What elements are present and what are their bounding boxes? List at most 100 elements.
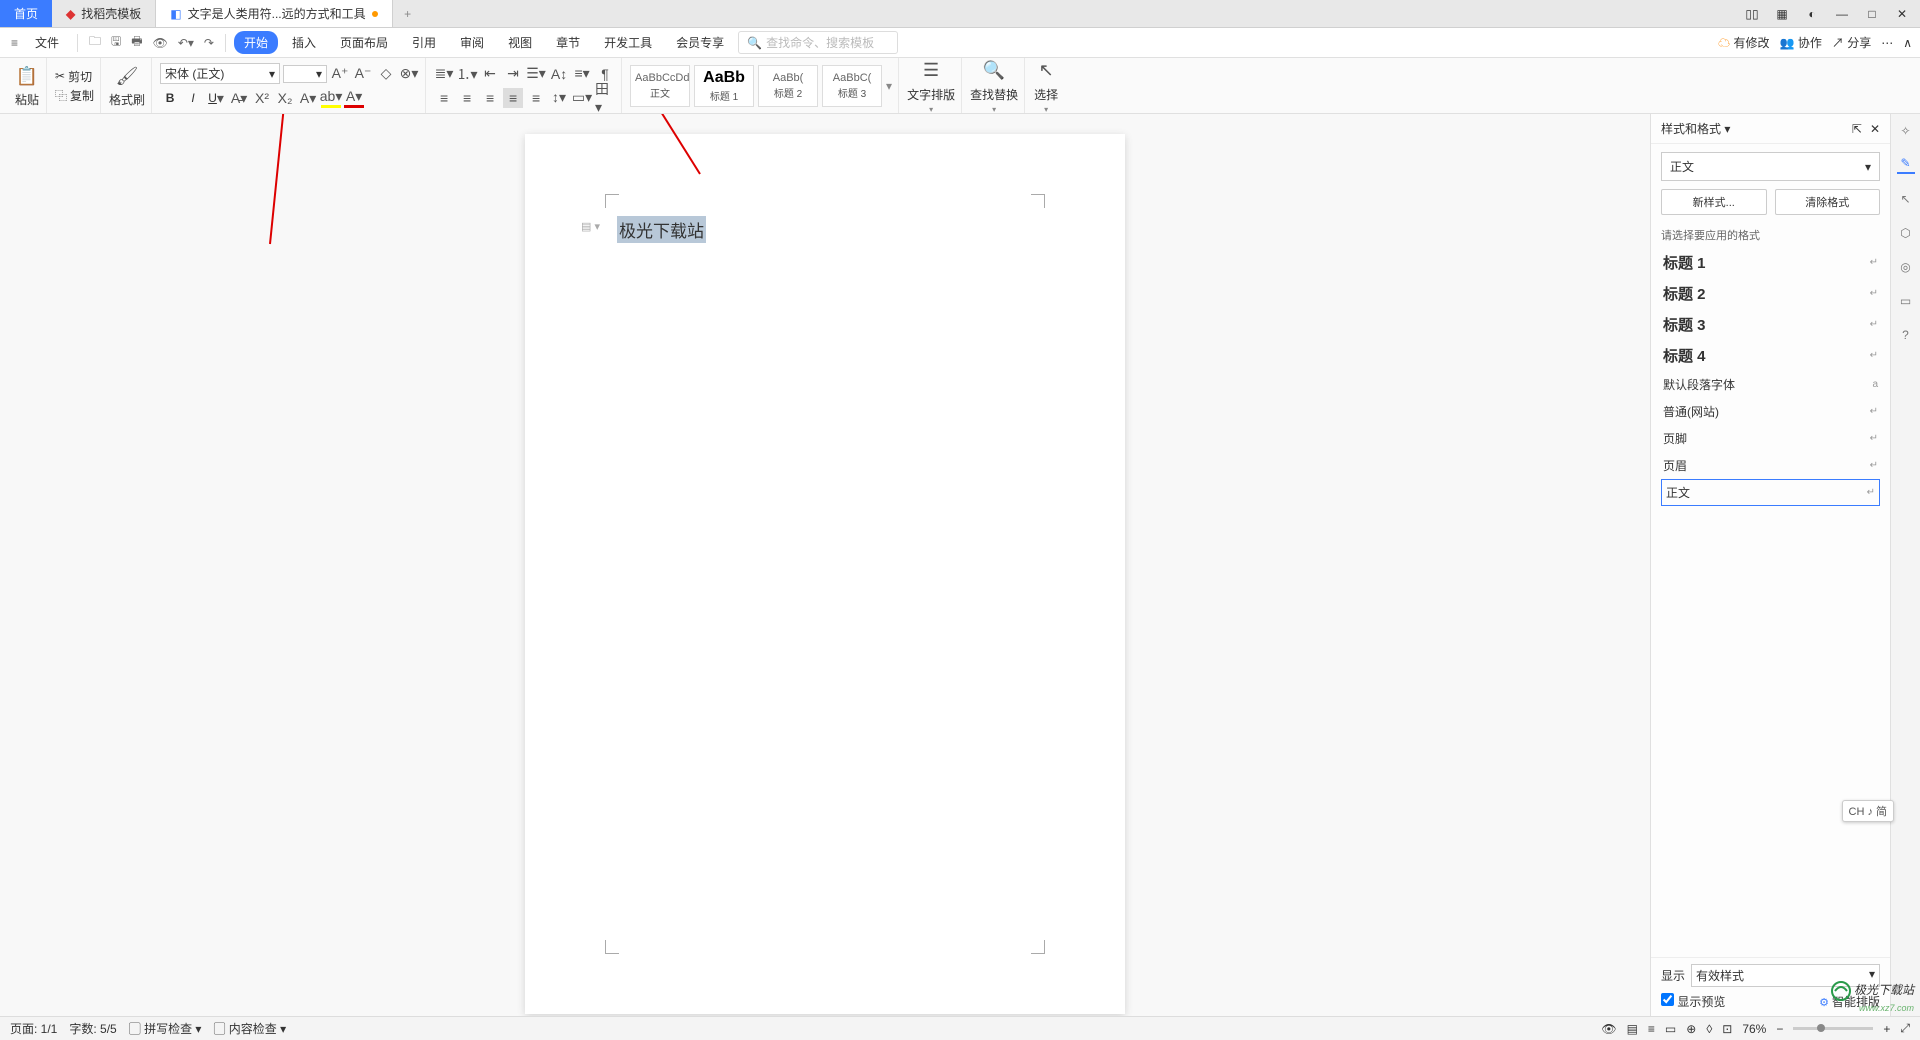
style-normal[interactable]: AaBbCcDd正文	[630, 65, 690, 107]
numbering-icon[interactable]: ⒈▾	[457, 64, 477, 84]
linespace-icon[interactable]: ↕▾	[549, 88, 569, 108]
bullets-icon[interactable]: ≣▾	[434, 64, 454, 84]
case-icon[interactable]: ⊗▾	[399, 64, 419, 84]
view-print-icon[interactable]: ▤	[1627, 1022, 1638, 1036]
align-dist-icon[interactable]: ≡	[526, 88, 546, 108]
tab-home[interactable]: 首页	[0, 0, 52, 27]
menu-start[interactable]: 开始	[234, 31, 278, 54]
style-item-default[interactable]: 默认段落字体a	[1661, 371, 1880, 398]
tool-read-icon[interactable]: ▭	[1897, 292, 1915, 310]
style-item-h4[interactable]: 标题 4↵	[1661, 340, 1880, 371]
style-item-h1[interactable]: 标题 1↵	[1661, 247, 1880, 278]
bold-icon[interactable]: B	[160, 88, 180, 108]
menu-review[interactable]: 审阅	[450, 31, 494, 54]
sub-icon[interactable]: X₂	[275, 88, 295, 108]
qa-print-icon[interactable]: 🖶	[128, 32, 145, 53]
view-eye-icon[interactable]: 👁	[1601, 1022, 1616, 1036]
layout-icon[interactable]: ▯▯	[1744, 7, 1760, 21]
view-read-icon[interactable]: ▭	[1665, 1022, 1676, 1036]
underline-icon[interactable]: U▾	[206, 88, 226, 108]
align-left-icon[interactable]: ≡	[434, 88, 454, 108]
align-right-icon[interactable]: ≡	[480, 88, 500, 108]
shrink-font-icon[interactable]: A⁻	[353, 64, 373, 84]
tool-styles-icon[interactable]: ✎	[1897, 156, 1915, 174]
super-icon[interactable]: X²	[252, 88, 272, 108]
italic-icon[interactable]: I	[183, 88, 203, 108]
menu-ref[interactable]: 引用	[402, 31, 446, 54]
minimize-button[interactable]: —	[1834, 7, 1850, 21]
ime-indicator[interactable]: CH ♪ 简	[1842, 800, 1895, 822]
view-outline-icon[interactable]: ≡	[1648, 1022, 1655, 1036]
zoom-slider[interactable]	[1793, 1027, 1873, 1030]
qa-save2-icon[interactable]: 🖫	[108, 32, 124, 53]
current-style-select[interactable]: 正文▾	[1661, 152, 1880, 181]
tab-document[interactable]: ◧ 文字是人类用符...远的方式和工具	[156, 0, 392, 27]
grid-icon[interactable]: ▦	[1774, 7, 1790, 21]
align-justify-icon[interactable]: ≡	[503, 88, 523, 108]
close-button[interactable]: ✕	[1894, 7, 1910, 21]
fontsize-select[interactable]: ▾	[283, 65, 327, 83]
tool-location-icon[interactable]: ◎	[1897, 258, 1915, 276]
view-web-icon[interactable]: ⊕	[1686, 1022, 1696, 1036]
document-canvas[interactable]: ▤ ▾ 极光下载站	[0, 114, 1650, 1016]
collapse-icon[interactable]: ∧	[1903, 36, 1912, 50]
align-center-icon[interactable]: ≡	[457, 88, 477, 108]
styles-more-icon[interactable]: ▾	[886, 79, 892, 93]
menu-chapter[interactable]: 章节	[546, 31, 590, 54]
page[interactable]: ▤ ▾ 极光下载站	[525, 134, 1125, 1014]
strike-icon[interactable]: A̵▾	[229, 88, 249, 108]
qa-preview-icon[interactable]: 👁	[150, 36, 171, 50]
status-words[interactable]: 字数: 5/5	[69, 1020, 116, 1037]
new-style-button[interactable]: 新样式...	[1661, 189, 1767, 215]
clear-fmt-icon[interactable]: ◇	[376, 64, 396, 84]
style-item-web[interactable]: 普通(网站)↵	[1661, 398, 1880, 425]
selected-text[interactable]: 极光下载站	[617, 216, 706, 243]
textfx-icon[interactable]: A▾	[298, 88, 318, 108]
formatpainter-button[interactable]: 🖌 格式刷	[109, 63, 145, 108]
qa-undo-icon[interactable]: ↶▾	[175, 36, 197, 50]
paste-button[interactable]: 📋 粘贴	[14, 63, 40, 108]
tab-templates[interactable]: ◆ 找稻壳模板	[52, 0, 156, 27]
copy-button[interactable]: ⿻复制	[55, 87, 94, 104]
coop-button[interactable]: 👥 协作	[1780, 34, 1822, 51]
zoom-in-button[interactable]: +	[1883, 1022, 1890, 1036]
style-item-body[interactable]: 正文↵	[1661, 479, 1880, 506]
style-item-h3[interactable]: 标题 3↵	[1661, 309, 1880, 340]
textlayout-button[interactable]: ☰文字排版▾	[907, 58, 955, 114]
ruler-icon[interactable]: ≡▾	[572, 64, 592, 84]
grow-font-icon[interactable]: A⁺	[330, 64, 350, 84]
font-select[interactable]: 宋体 (正文)▾	[160, 63, 280, 84]
zoom-value[interactable]: 76%	[1742, 1022, 1766, 1036]
qa-redo-icon[interactable]: ↷	[201, 36, 217, 50]
findreplace-button[interactable]: 🔍查找替换▾	[970, 58, 1018, 114]
outdent-icon[interactable]: ⇤	[480, 64, 500, 84]
share-button[interactable]: ↗ 分享	[1832, 34, 1871, 51]
highlight-icon[interactable]: ab▾	[321, 88, 341, 108]
zoom-out-button[interactable]: −	[1776, 1022, 1783, 1036]
style-h3[interactable]: AaBbC(标题 3	[822, 65, 882, 107]
command-search[interactable]: 🔍 查找命令、搜索模板	[738, 31, 898, 54]
tool-select-icon[interactable]: ↖	[1897, 190, 1915, 208]
preview-checkbox[interactable]: 显示预览	[1661, 993, 1725, 1010]
indent-icon[interactable]: ⇥	[503, 64, 523, 84]
panel-close-icon[interactable]: ✕	[1870, 122, 1880, 136]
menu-dev[interactable]: 开发工具	[594, 31, 662, 54]
menu-file[interactable]: 文件	[25, 31, 69, 54]
select-button[interactable]: ↖选择▾	[1033, 58, 1059, 114]
cut-button[interactable]: ✂剪切	[55, 68, 92, 85]
style-h2[interactable]: AaBb(标题 2	[758, 65, 818, 107]
style-item-footer[interactable]: 页脚↵	[1661, 425, 1880, 452]
changes-indicator[interactable]: ☁ 有修改	[1718, 34, 1769, 51]
user-icon[interactable]: ◐	[1804, 7, 1820, 21]
section-icon[interactable]: ▤ ▾	[581, 220, 600, 233]
status-spellcheck[interactable]: ▢ 拼写检查 ▾	[129, 1020, 202, 1037]
maximize-button[interactable]: □	[1864, 7, 1880, 21]
view-focus-icon[interactable]: ◊	[1706, 1022, 1712, 1036]
menu-view[interactable]: 视图	[498, 31, 542, 54]
style-h1[interactable]: AaBb标题 1	[694, 65, 754, 107]
clear-format-button[interactable]: 清除格式	[1775, 189, 1881, 215]
zoom-fit-icon[interactable]: ⊡	[1722, 1022, 1732, 1036]
vertical-icon[interactable]: A↕	[549, 64, 569, 84]
status-contentcheck[interactable]: ▢ 内容检查 ▾	[213, 1020, 286, 1037]
fontcolor-icon[interactable]: A▾	[344, 88, 364, 108]
